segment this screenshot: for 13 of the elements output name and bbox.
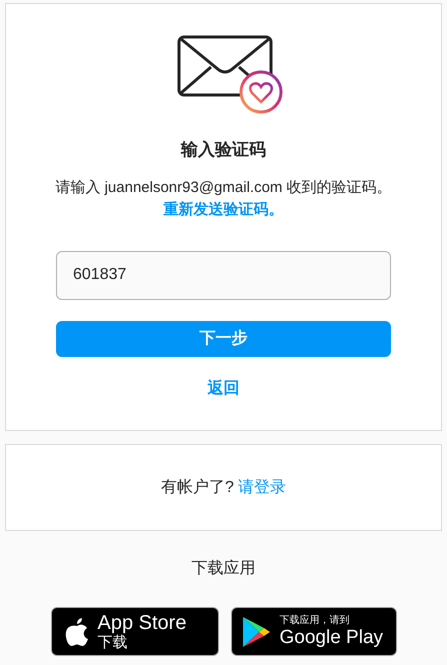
back-link[interactable]: 返回: [208, 376, 240, 400]
play-triangle-icon: [242, 616, 272, 648]
download-title: 下载应用: [192, 558, 256, 579]
next-button[interactable]: 下一步: [56, 320, 391, 356]
account-prompt-text: 有帐户了?: [161, 478, 234, 498]
resend-link[interactable]: 重新发送验证码。: [164, 200, 284, 218]
apple-icon: [64, 618, 88, 646]
login-link[interactable]: 请登录: [238, 476, 286, 500]
code-input-field[interactable]: 601837: [56, 250, 391, 300]
instruction-text: 请输入 juannelsonr93@gmail.com 收到的验证码。 重新发送验证码。: [54, 178, 393, 220]
card-title: 输入验证码: [181, 139, 266, 161]
app-store-badge[interactable]: App Store 下载: [50, 607, 218, 656]
google-play-badge[interactable]: 下载应用，请到 Google Play: [230, 607, 396, 656]
